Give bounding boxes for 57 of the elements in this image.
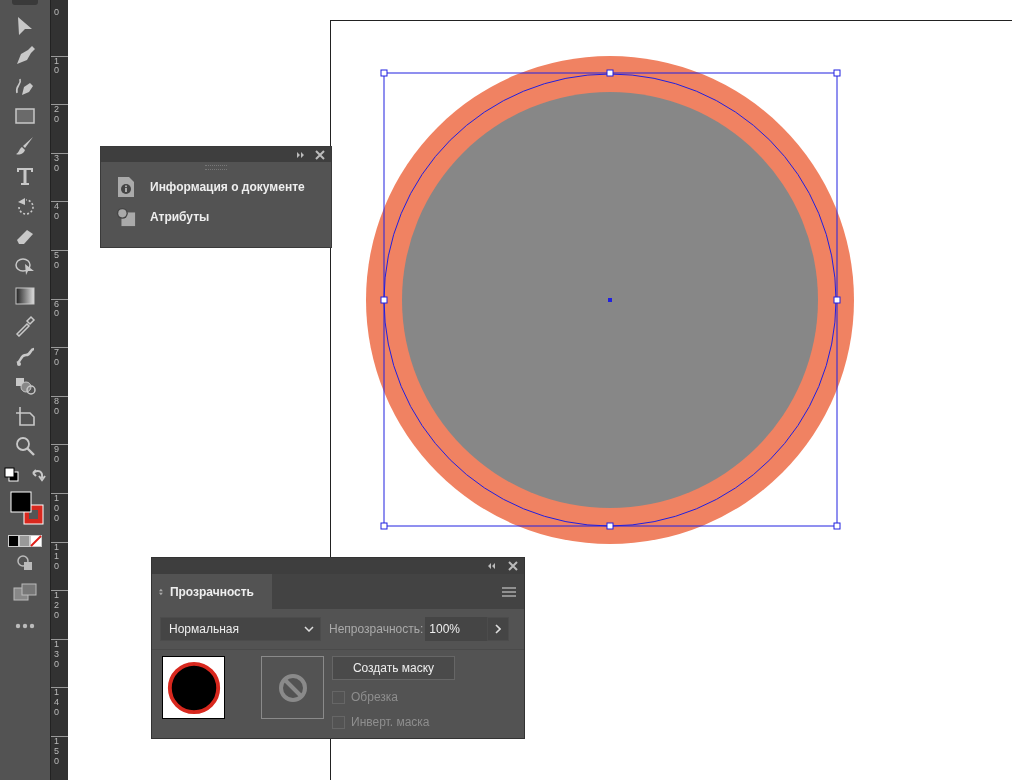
ruler-label: 150 bbox=[54, 736, 59, 767]
zoom-icon[interactable] bbox=[14, 435, 36, 457]
ruler-label: 80 bbox=[54, 396, 59, 417]
ruler-label: 40 bbox=[54, 202, 59, 223]
panel-list-item[interactable]: Атрибуты bbox=[101, 203, 331, 230]
opacity-label: Непрозрачность: bbox=[329, 622, 424, 636]
more-icon[interactable] bbox=[15, 623, 35, 629]
ruler-label: 70 bbox=[54, 348, 59, 368]
ruler-label: 20 bbox=[54, 105, 59, 125]
draw-mode-icon[interactable] bbox=[17, 555, 33, 571]
artboard-tool-icon[interactable] bbox=[14, 405, 36, 427]
close-icon[interactable] bbox=[508, 561, 518, 571]
swap-arrow-icon[interactable] bbox=[30, 467, 46, 483]
ruler-label: 120 bbox=[54, 591, 59, 621]
pen-tool-icon[interactable] bbox=[14, 45, 36, 67]
document-info-icon bbox=[116, 175, 136, 198]
ruler-label: 130 bbox=[54, 639, 59, 670]
shape-builder-icon[interactable] bbox=[14, 375, 36, 397]
default-colors-icon[interactable] bbox=[4, 467, 20, 483]
fill-stroke-swatch-icon[interactable] bbox=[10, 491, 46, 527]
menu-icon[interactable] bbox=[502, 586, 516, 597]
ruler-label: 30 bbox=[54, 153, 59, 174]
sort-arrows-icon bbox=[159, 586, 163, 597]
blend-mode-dropdown[interactable]: Нормальная bbox=[160, 617, 321, 641]
rectangle-tool-icon[interactable] bbox=[14, 105, 36, 127]
panel-list-item[interactable]: Информация о документе bbox=[101, 173, 331, 200]
brush-tool-icon[interactable] bbox=[14, 135, 36, 157]
opacity-field[interactable]: 100% bbox=[425, 617, 488, 641]
attributes-icon bbox=[116, 205, 136, 228]
ruler-label: 90 bbox=[54, 445, 59, 466]
gradient-tool-icon[interactable] bbox=[14, 285, 36, 307]
screen-mode-icon[interactable] bbox=[13, 583, 37, 601]
ruler-label: 140 bbox=[54, 688, 59, 718]
grip-handle[interactable] bbox=[205, 165, 227, 170]
prohibited-icon bbox=[277, 672, 308, 703]
color-mode-icon[interactable] bbox=[8, 535, 42, 547]
panel-tab[interactable]: Прозрачность bbox=[152, 574, 272, 609]
make-mask-button[interactable]: Создать маску bbox=[332, 656, 455, 680]
collapse-icon[interactable] bbox=[488, 563, 496, 569]
checkbox-label: Инверт. маска bbox=[351, 715, 430, 729]
ruler-label: 110 bbox=[54, 542, 59, 573]
ruler-label: 0 bbox=[54, 8, 59, 18]
type-tool-icon[interactable] bbox=[14, 165, 36, 187]
opacity-slider-button[interactable] bbox=[487, 617, 510, 641]
eyedropper-icon[interactable] bbox=[14, 315, 36, 337]
object-thumbnail[interactable] bbox=[162, 656, 225, 719]
tool-tile[interactable] bbox=[12, 0, 38, 5]
mask-thumbnail[interactable] bbox=[261, 656, 324, 719]
chevron-down-icon bbox=[304, 626, 314, 632]
ruler-label: 100 bbox=[54, 493, 59, 524]
chevron-right-icon bbox=[495, 624, 502, 634]
ruler-label: 10 bbox=[54, 56, 59, 77]
expand-icon[interactable] bbox=[297, 151, 305, 158]
ruler-label: 60 bbox=[54, 299, 59, 320]
checkbox-label: Обрезка bbox=[351, 690, 398, 704]
close-icon[interactable] bbox=[315, 149, 325, 160]
ruler-label: 50 bbox=[54, 250, 59, 271]
